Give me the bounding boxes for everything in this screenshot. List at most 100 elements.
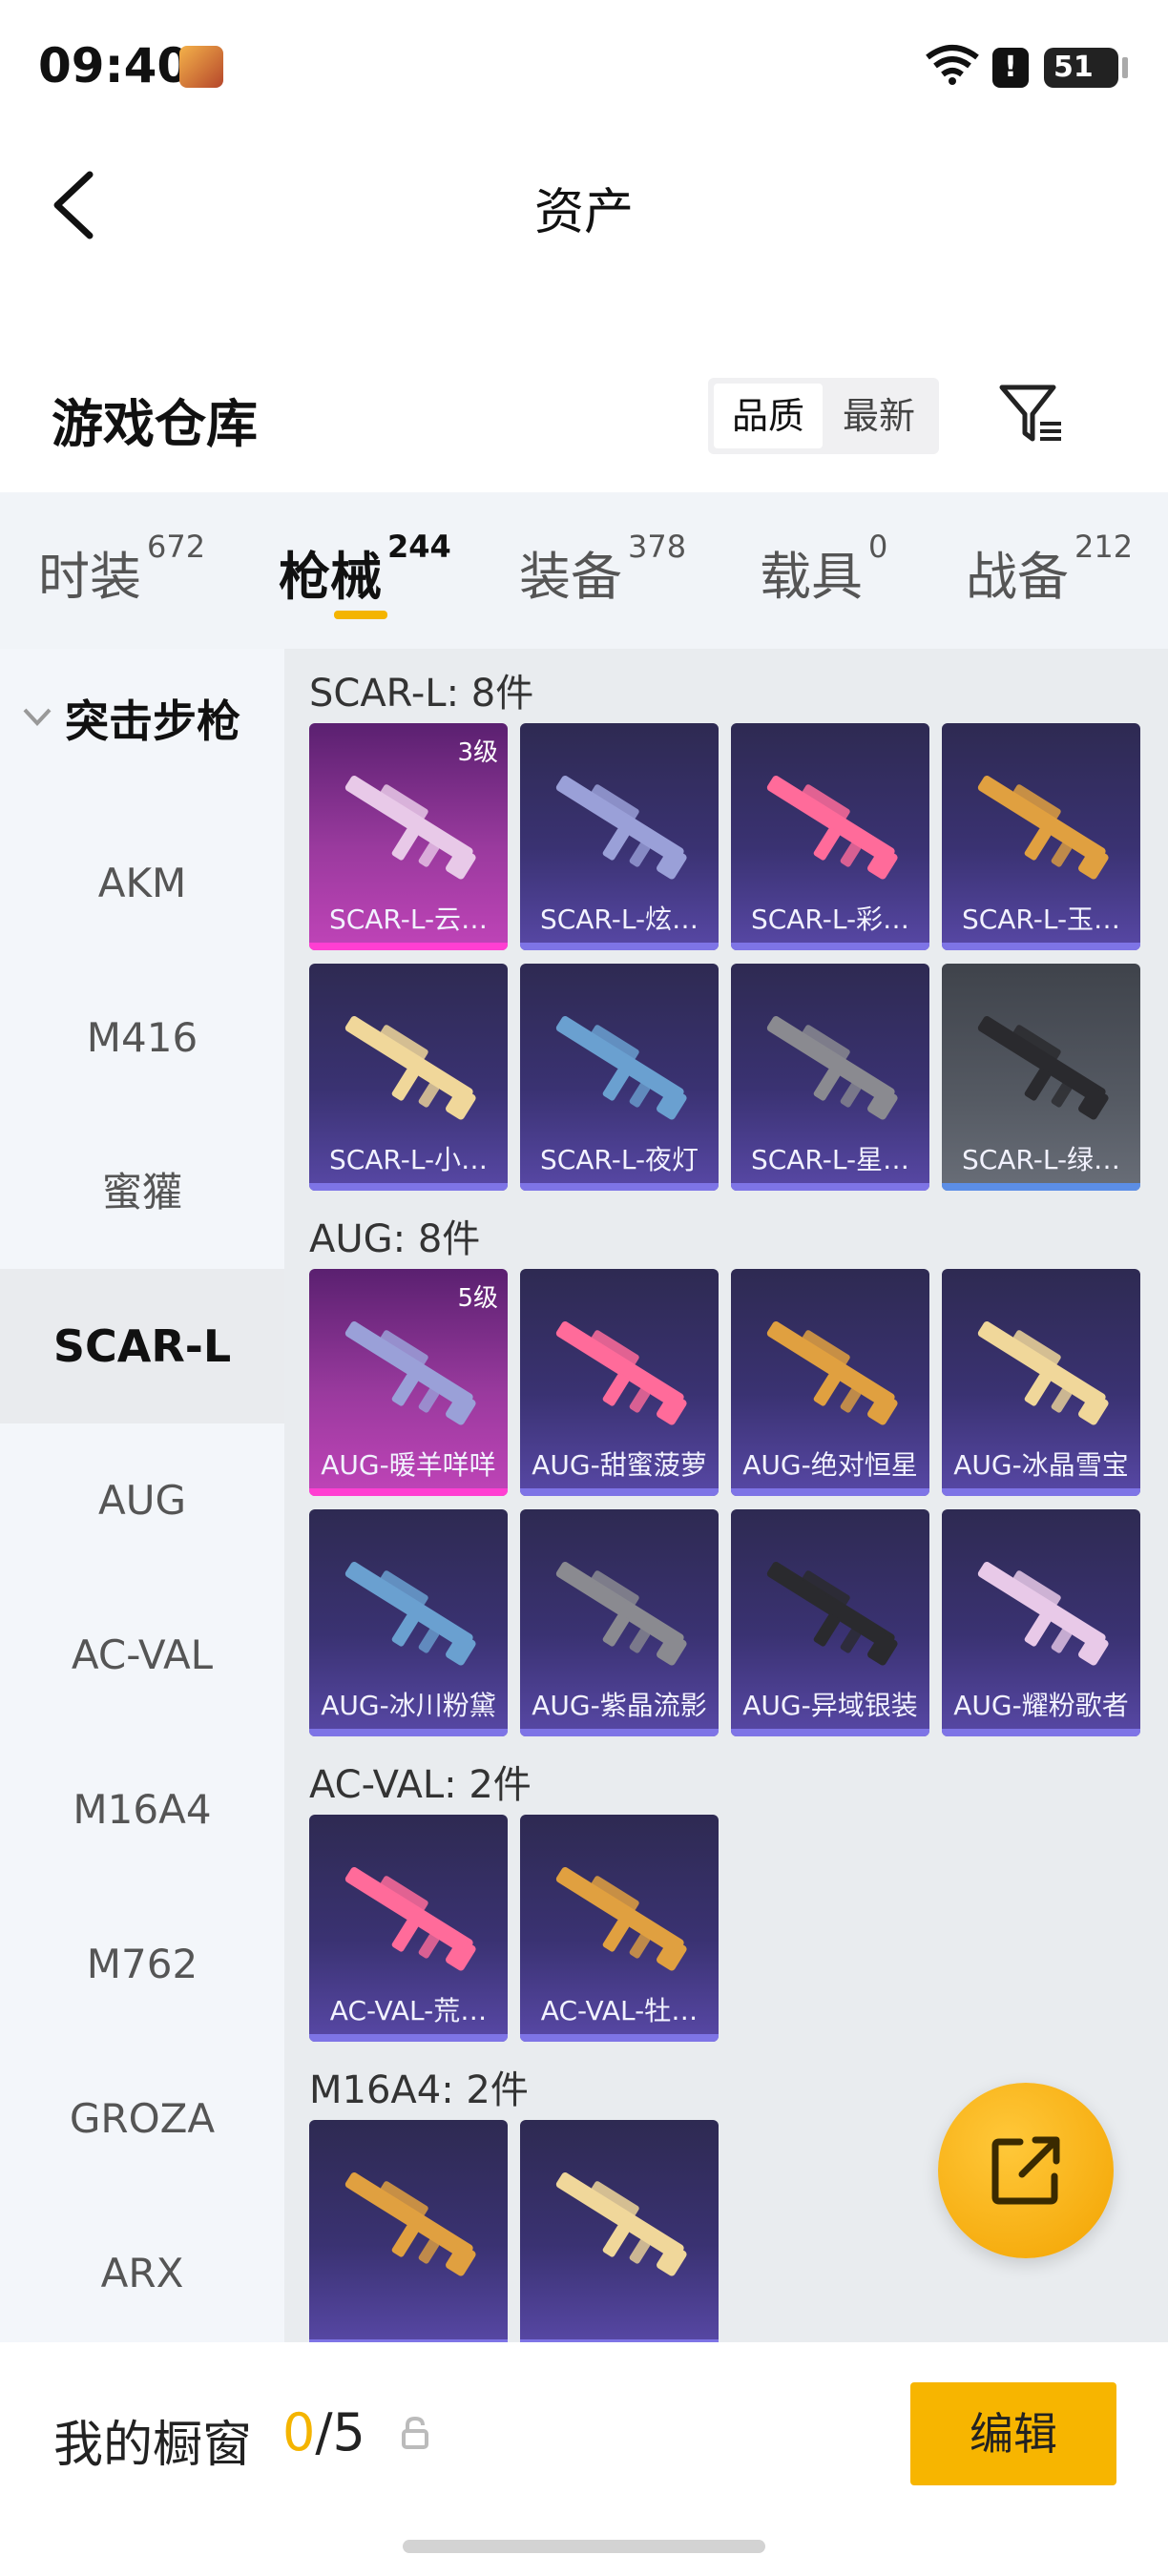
weapon-skin-name: AUG-甜蜜菠萝 [532,1449,707,1481]
rifle-icon [555,1867,687,1971]
weapon-skin-name: SCAR-L-绿… [961,1144,1121,1175]
weapon-skin-name: AUG-冰川粉黛 [321,1690,496,1721]
home-indicator[interactable] [403,2540,765,2553]
weapon-skin-card[interactable]: AUG-紫晶流影 [520,1509,719,1736]
sidebar-item-akm[interactable]: AKM [0,806,284,961]
weapon-skin-name: AUG-冰晶雪宝 [953,1449,1129,1481]
weapon-skin-card[interactable]: AUG-冰川粉黛 [309,1509,508,1736]
rarity-bar [731,1183,929,1191]
rarity-bar [520,1488,719,1496]
sidebar-item-arx[interactable]: ARX [0,2196,284,2351]
weapon-skin-card[interactable]: AUG-异域银装 [731,1509,929,1736]
weapon-skin-name: SCAR-L-夜灯 [539,1144,699,1175]
weapon-skin-card[interactable]: 3级 SCAR-L-云… [309,723,508,950]
tab-fashion[interactable]: 时装 672 [38,529,205,610]
battery-icon: 51 [1044,48,1118,88]
sidebar-item-m416[interactable]: M416 [0,961,284,1115]
game-app-icon [179,46,223,88]
weapon-skin-name: SCAR-L-云… [328,904,489,935]
rarity-bar [309,1729,508,1736]
battery-nub [1122,57,1128,78]
weapon-skin-card[interactable]: AUG-绝对恒星 [731,1269,929,1496]
weapon-skin-name: SCAR-L-星… [750,1144,910,1175]
weapon-skin-name: SCAR-L-小… [328,1144,489,1175]
rifle-icon [766,776,898,880]
sort-quality-button[interactable]: 品质 [714,384,823,448]
rarity-bar [731,1488,929,1496]
sidebar-item-honey-badger[interactable]: 蜜獾 [0,1115,284,1270]
warehouse-title: 游戏仓库 [52,394,258,454]
alert-icon: ! [992,48,1029,88]
weapon-skin-name: SCAR-L-玉… [961,904,1121,935]
weapon-skin-card[interactable] [520,2120,719,2342]
weapon-skin-name: SCAR-L-彩… [750,904,910,935]
level-badge: 3级 [457,738,498,767]
chevron-down-icon [23,708,52,726]
weapon-skin-name: AUG-绝对恒星 [742,1449,918,1481]
weapon-skin-card[interactable]: AUG-甜蜜菠萝 [520,1269,719,1496]
weapon-skin-card[interactable]: AUG-耀粉歌者 [942,1509,1140,1736]
weapon-skin-card[interactable]: SCAR-L-绿… [942,964,1140,1191]
rifle-icon [344,776,476,880]
weapon-skin-card[interactable]: AC-VAL-荒… [309,1815,508,2042]
weapon-skin-card[interactable]: SCAR-L-彩… [731,723,929,950]
rifle-icon [344,1321,476,1425]
weapon-skin-card[interactable]: SCAR-L-夜灯 [520,964,719,1191]
showcase-count: 0/5 [282,2402,365,2462]
weapon-skin-card[interactable]: SCAR-L-小… [309,964,508,1191]
sort-newest-button[interactable]: 最新 [824,384,933,448]
sidebar-item-groza[interactable]: GROZA [0,2042,284,2196]
rarity-bar [942,1729,1140,1736]
weapon-skin-name: AC-VAL-牡… [540,1995,699,2026]
weapon-skin-card[interactable]: SCAR-L-炫… [520,723,719,950]
edit-button[interactable]: 编辑 [910,2382,1116,2485]
sidebar-item-aug[interactable]: AUG [0,1423,284,1578]
rifle-icon [344,1867,476,1971]
lock-icon [402,2416,428,2449]
weapon-skin-name: SCAR-L-炫… [539,904,699,935]
rifle-icon [555,1321,687,1425]
tab-equipment[interactable]: 装备 378 [519,529,686,610]
sidebar-item-m16a4[interactable]: M16A4 [0,1733,284,1887]
status-time: 09:40 [38,38,191,93]
sidebar-item-ac-val[interactable]: AC-VAL [0,1578,284,1733]
weapon-skin-card[interactable]: SCAR-L-玉… [942,723,1140,950]
weapon-skin-card[interactable]: SCAR-L-星… [731,964,929,1191]
weapon-skin-card[interactable]: AUG-冰晶雪宝 [942,1269,1140,1496]
rarity-bar [309,943,508,950]
tab-weapons[interactable]: 枪械 244 [279,529,451,610]
tab-supplies[interactable]: 战备 212 [966,529,1133,610]
rarity-bar [520,943,719,950]
sidebar-item-scar-l[interactable]: SCAR-L [0,1269,284,1423]
weapon-skin-name: AUG-紫晶流影 [532,1690,707,1721]
weapon-skin-name: AUG-异域银装 [742,1690,918,1721]
group-title: M16A4: 2件 [309,2068,529,2112]
weapon-skin-name: AUG-耀粉歌者 [953,1690,1129,1721]
share-icon [991,2136,1060,2205]
status-bar: 09:40 ! 51 [0,0,1168,134]
rifle-icon [344,1016,476,1120]
rarity-bar [942,1183,1140,1191]
sidebar-item-m762[interactable]: M762 [0,1887,284,2042]
group-title: SCAR-L: 8件 [309,672,534,716]
rifle-icon [344,2172,476,2276]
rifle-icon [977,1562,1109,1666]
share-button[interactable] [938,2083,1114,2258]
rarity-bar [309,1488,508,1496]
rifle-icon [555,2172,687,2276]
weapon-skin-name: AC-VAL-荒… [329,1995,488,2026]
rarity-bar [520,1183,719,1191]
rarity-bar [520,2034,719,2042]
filter-icon[interactable] [998,382,1065,445]
group-title: AC-VAL: 2件 [309,1763,532,1807]
sort-toggle: 品质 最新 [708,378,939,454]
weapon-skin-card[interactable] [309,2120,508,2342]
tab-vehicles[interactable]: 载具 0 [760,529,887,610]
weapon-skin-card[interactable]: 5级 AUG-暖羊咩咩 [309,1269,508,1496]
weapon-skin-card[interactable]: AC-VAL-牡… [520,1815,719,2042]
active-tab-indicator [334,611,387,619]
rifle-icon [555,1016,687,1120]
rarity-bar [309,1183,508,1191]
weapon-skin-name: AUG-暖羊咩咩 [321,1449,496,1481]
level-badge: 5级 [457,1284,498,1313]
